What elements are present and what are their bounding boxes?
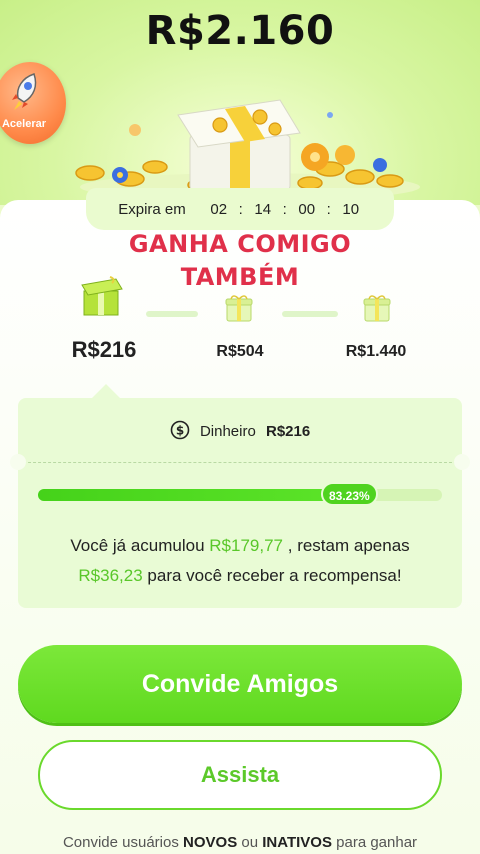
footer-part1: Convide usuários: [62, 834, 179, 851]
footer-part2: ou: [241, 834, 259, 851]
countdown-label: Expira em: [118, 200, 186, 218]
accum-amount: R$179,77: [209, 536, 284, 555]
progress-bar: 83.23%: [38, 482, 442, 506]
invite-friends-button[interactable]: Convide Amigos: [18, 645, 462, 723]
footer-inativos: INATIVOS: [262, 834, 332, 851]
gift-box-icon[interactable]: [224, 293, 254, 323]
tier-amount-3: R$1.440: [345, 343, 407, 360]
open-gift-box-icon[interactable]: [80, 275, 124, 317]
total-amount: R$2.160: [145, 8, 335, 54]
info-pointer: [92, 384, 120, 398]
tier-amount-1: R$216: [71, 337, 137, 362]
footer-novos: NOVOS: [183, 834, 238, 851]
accum-middle: , restam apenas: [287, 536, 410, 555]
cash-row: $ Dinheiro R$216: [0, 420, 480, 440]
countdown-minutes: 14: [254, 200, 272, 218]
divider-notch: [10, 454, 26, 470]
footer-part3: para ganhar: [336, 834, 418, 851]
cash-value: R$216: [266, 423, 311, 440]
tier-connector: [146, 311, 198, 317]
gift-box-icon[interactable]: [362, 293, 392, 323]
progress-percent: 83.23%: [321, 482, 378, 506]
svg-text:$: $: [176, 424, 184, 438]
countdown-timer: Expira em 02 : 14 : 00 : 10: [86, 188, 394, 230]
tier-amount-2: R$504: [216, 343, 264, 360]
countdown-separator: :: [326, 200, 331, 218]
footer-note: Convide usuários NOVOS ou INATIVOS para …: [0, 834, 480, 851]
accum-prefix: Você já acumulou: [70, 536, 205, 555]
accelerate-label: Acelerar: [1, 118, 47, 130]
rocket-icon: [12, 73, 37, 110]
countdown-centis: 10: [342, 200, 360, 218]
tier-connector: [282, 311, 338, 317]
countdown-seconds: 00: [298, 200, 316, 218]
divider: [18, 462, 462, 463]
watch-button[interactable]: Assista: [38, 740, 442, 810]
dollar-coin-icon: $: [170, 420, 190, 440]
accum-suffix: para você receber a recompensa!: [147, 566, 402, 585]
accum-remaining: R$36,23: [78, 566, 143, 585]
cash-label: Dinheiro: [199, 423, 256, 440]
reward-tiers: R$216 R$504 R$1.440: [0, 275, 480, 375]
countdown-separator: :: [238, 200, 243, 218]
countdown-separator: :: [282, 200, 287, 218]
countdown-hours: 02: [210, 200, 228, 218]
headline-line1: GANHA COMIGO: [128, 230, 352, 258]
divider-notch: [454, 454, 470, 470]
accumulated-message: Você já acumulou R$179,77 , restam apena…: [0, 531, 480, 591]
